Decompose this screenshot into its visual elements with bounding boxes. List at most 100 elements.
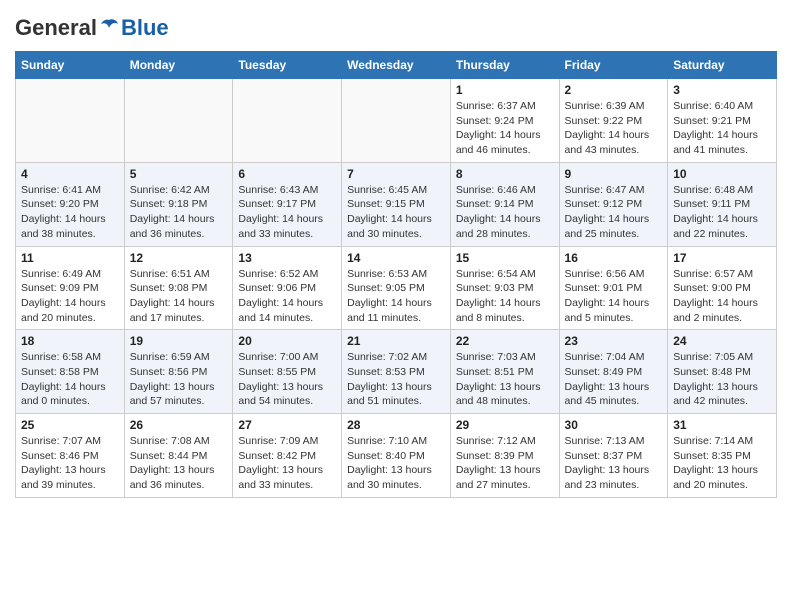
day-info: Sunrise: 7:10 AM Sunset: 8:40 PM Dayligh…	[347, 434, 445, 493]
day-number: 5	[130, 167, 228, 181]
day-number: 22	[456, 334, 554, 348]
day-info: Sunrise: 7:13 AM Sunset: 8:37 PM Dayligh…	[565, 434, 663, 493]
day-number: 10	[673, 167, 771, 181]
calendar-cell	[16, 79, 125, 163]
day-info: Sunrise: 6:47 AM Sunset: 9:12 PM Dayligh…	[565, 183, 663, 242]
calendar-cell: 9 Sunrise: 6:47 AM Sunset: 9:12 PM Daylig…	[559, 162, 668, 246]
day-info: Sunrise: 7:05 AM Sunset: 8:48 PM Dayligh…	[673, 350, 771, 409]
day-info: Sunrise: 7:03 AM Sunset: 8:51 PM Dayligh…	[456, 350, 554, 409]
calendar-cell: 17Sunrise: 6:57 AM Sunset: 9:00 PM Dayli…	[668, 246, 777, 330]
day-number: 25	[21, 418, 119, 432]
calendar-cell: 2 Sunrise: 6:39 AM Sunset: 9:22 PM Daylig…	[559, 79, 668, 163]
day-number: 24	[673, 334, 771, 348]
calendar-cell: 10 Sunrise: 6:48 AM Sunset: 9:11 PM Dayli…	[668, 162, 777, 246]
column-header-friday: Friday	[559, 52, 668, 79]
day-number: 15	[456, 251, 554, 265]
day-number: 31	[673, 418, 771, 432]
calendar-week-row: 11Sunrise: 6:49 AM Sunset: 9:09 PM Dayli…	[16, 246, 777, 330]
day-number: 16	[565, 251, 663, 265]
calendar-cell	[124, 79, 233, 163]
calendar-week-row: 1Sunrise: 6:37 AM Sunset: 9:24 PM Daylig…	[16, 79, 777, 163]
calendar-cell: 13 Sunrise: 6:52 AM Sunset: 9:06 PM Dayli…	[233, 246, 342, 330]
day-number: 4	[21, 167, 119, 181]
logo-general-text: General	[15, 15, 97, 41]
day-info: Sunrise: 6:37 AM Sunset: 9:24 PM Dayligh…	[456, 99, 554, 158]
day-number: 14	[347, 251, 445, 265]
calendar-table: SundayMondayTuesdayWednesdayThursdayFrid…	[15, 51, 777, 498]
calendar-cell: 14 Sunrise: 6:53 AM Sunset: 9:05 PM Dayli…	[342, 246, 451, 330]
calendar-cell: 19Sunrise: 6:59 AM Sunset: 8:56 PM Dayli…	[124, 330, 233, 414]
calendar-cell: 12Sunrise: 6:51 AM Sunset: 9:08 PM Dayli…	[124, 246, 233, 330]
day-info: Sunrise: 7:09 AM Sunset: 8:42 PM Dayligh…	[238, 434, 336, 493]
day-info: Sunrise: 6:41 AM Sunset: 9:20 PM Dayligh…	[21, 183, 119, 242]
calendar-cell: 5Sunrise: 6:42 AM Sunset: 9:18 PM Daylig…	[124, 162, 233, 246]
day-number: 23	[565, 334, 663, 348]
calendar-cell: 26 Sunrise: 7:08 AM Sunset: 8:44 PM Dayli…	[124, 414, 233, 498]
column-header-sunday: Sunday	[16, 52, 125, 79]
day-number: 21	[347, 334, 445, 348]
column-header-saturday: Saturday	[668, 52, 777, 79]
logo: General Blue	[15, 15, 169, 41]
calendar-cell: 16 Sunrise: 6:56 AM Sunset: 9:01 PM Dayli…	[559, 246, 668, 330]
column-header-monday: Monday	[124, 52, 233, 79]
calendar-cell: 15 Sunrise: 6:54 AM Sunset: 9:03 PM Dayli…	[450, 246, 559, 330]
day-number: 17	[673, 251, 771, 265]
calendar-week-row: 25 Sunrise: 7:07 AM Sunset: 8:46 PM Dayli…	[16, 414, 777, 498]
day-number: 9	[565, 167, 663, 181]
calendar-cell: 3 Sunrise: 6:40 AM Sunset: 9:21 PM Daylig…	[668, 79, 777, 163]
day-number: 11	[21, 251, 119, 265]
day-info: Sunrise: 7:00 AM Sunset: 8:55 PM Dayligh…	[238, 350, 336, 409]
day-number: 29	[456, 418, 554, 432]
day-info: Sunrise: 6:58 AM Sunset: 8:58 PM Dayligh…	[21, 350, 119, 409]
day-info: Sunrise: 7:02 AM Sunset: 8:53 PM Dayligh…	[347, 350, 445, 409]
day-number: 12	[130, 251, 228, 265]
day-number: 6	[238, 167, 336, 181]
day-info: Sunrise: 6:53 AM Sunset: 9:05 PM Dayligh…	[347, 267, 445, 326]
day-number: 20	[238, 334, 336, 348]
day-number: 7	[347, 167, 445, 181]
day-info: Sunrise: 7:07 AM Sunset: 8:46 PM Dayligh…	[21, 434, 119, 493]
calendar-cell: 11Sunrise: 6:49 AM Sunset: 9:09 PM Dayli…	[16, 246, 125, 330]
calendar-cell: 18 Sunrise: 6:58 AM Sunset: 8:58 PM Dayli…	[16, 330, 125, 414]
column-header-wednesday: Wednesday	[342, 52, 451, 79]
column-header-thursday: Thursday	[450, 52, 559, 79]
calendar-cell: 4 Sunrise: 6:41 AM Sunset: 9:20 PM Daylig…	[16, 162, 125, 246]
day-number: 27	[238, 418, 336, 432]
calendar-cell: 21 Sunrise: 7:02 AM Sunset: 8:53 PM Dayli…	[342, 330, 451, 414]
day-info: Sunrise: 6:46 AM Sunset: 9:14 PM Dayligh…	[456, 183, 554, 242]
day-number: 13	[238, 251, 336, 265]
day-info: Sunrise: 6:39 AM Sunset: 9:22 PM Dayligh…	[565, 99, 663, 158]
calendar-cell: 22 Sunrise: 7:03 AM Sunset: 8:51 PM Dayli…	[450, 330, 559, 414]
day-number: 19	[130, 334, 228, 348]
day-number: 18	[21, 334, 119, 348]
calendar-cell: 24 Sunrise: 7:05 AM Sunset: 8:48 PM Dayli…	[668, 330, 777, 414]
calendar-cell: 20 Sunrise: 7:00 AM Sunset: 8:55 PM Dayli…	[233, 330, 342, 414]
day-number: 26	[130, 418, 228, 432]
day-info: Sunrise: 7:12 AM Sunset: 8:39 PM Dayligh…	[456, 434, 554, 493]
day-number: 8	[456, 167, 554, 181]
day-number: 2	[565, 83, 663, 97]
calendar-cell: 27 Sunrise: 7:09 AM Sunset: 8:42 PM Dayli…	[233, 414, 342, 498]
day-info: Sunrise: 6:48 AM Sunset: 9:11 PM Dayligh…	[673, 183, 771, 242]
day-info: Sunrise: 6:54 AM Sunset: 9:03 PM Dayligh…	[456, 267, 554, 326]
logo-bird-icon	[98, 17, 120, 39]
day-info: Sunrise: 6:52 AM Sunset: 9:06 PM Dayligh…	[238, 267, 336, 326]
day-info: Sunrise: 7:14 AM Sunset: 8:35 PM Dayligh…	[673, 434, 771, 493]
calendar-cell: 8 Sunrise: 6:46 AM Sunset: 9:14 PM Daylig…	[450, 162, 559, 246]
day-info: Sunrise: 6:43 AM Sunset: 9:17 PM Dayligh…	[238, 183, 336, 242]
day-info: Sunrise: 7:08 AM Sunset: 8:44 PM Dayligh…	[130, 434, 228, 493]
calendar-cell	[342, 79, 451, 163]
day-number: 28	[347, 418, 445, 432]
day-number: 3	[673, 83, 771, 97]
day-info: Sunrise: 7:04 AM Sunset: 8:49 PM Dayligh…	[565, 350, 663, 409]
calendar-cell: 1Sunrise: 6:37 AM Sunset: 9:24 PM Daylig…	[450, 79, 559, 163]
day-info: Sunrise: 6:45 AM Sunset: 9:15 PM Dayligh…	[347, 183, 445, 242]
day-info: Sunrise: 6:56 AM Sunset: 9:01 PM Dayligh…	[565, 267, 663, 326]
calendar-cell: 30Sunrise: 7:13 AM Sunset: 8:37 PM Dayli…	[559, 414, 668, 498]
calendar-cell: 25 Sunrise: 7:07 AM Sunset: 8:46 PM Dayli…	[16, 414, 125, 498]
calendar-week-row: 4 Sunrise: 6:41 AM Sunset: 9:20 PM Daylig…	[16, 162, 777, 246]
day-info: Sunrise: 6:40 AM Sunset: 9:21 PM Dayligh…	[673, 99, 771, 158]
calendar-cell: 29 Sunrise: 7:12 AM Sunset: 8:39 PM Dayli…	[450, 414, 559, 498]
logo-blue-text: Blue	[121, 15, 169, 41]
column-header-tuesday: Tuesday	[233, 52, 342, 79]
